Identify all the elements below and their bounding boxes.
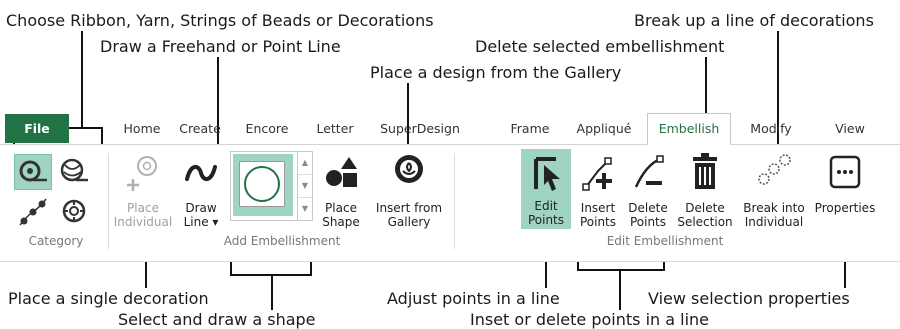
properties-ellipsis-icon xyxy=(829,155,861,189)
insert-from-gallery-label-2: Gallery xyxy=(387,215,431,229)
delete-points-button[interactable]: Delete Points xyxy=(625,151,671,229)
delete-selection-button[interactable]: Delete Selection xyxy=(675,151,735,229)
draw-line-label-2: Line ▾ xyxy=(183,215,219,229)
shape-gallery-selected[interactable] xyxy=(233,154,293,216)
insert-points-label-1: Insert xyxy=(580,201,616,215)
gallery-design-icon xyxy=(395,155,423,183)
insert-points-button[interactable]: Insert Points xyxy=(575,151,621,229)
expand-gallery-icon[interactable]: ▼ xyxy=(298,198,312,220)
delete-points-label-1: Delete xyxy=(628,201,668,215)
delete-points-icon xyxy=(634,155,664,188)
tab-embellish[interactable]: Embellish xyxy=(647,113,731,145)
tab-superdesign[interactable]: SuperDesign xyxy=(366,114,474,143)
tab-letter[interactable]: Letter xyxy=(302,114,368,143)
string-of-beads-icon xyxy=(19,198,47,226)
place-individual-label-1: Place xyxy=(127,201,159,215)
tab-frame[interactable]: Frame xyxy=(500,114,560,143)
place-individual-button[interactable]: Place Individual xyxy=(112,151,174,229)
yarn-ball-icon xyxy=(60,158,88,182)
place-shape-label-2: Shape xyxy=(322,215,360,229)
draw-line-label-1: Draw xyxy=(185,201,217,215)
tab-create[interactable]: Create xyxy=(170,114,230,143)
circle-shape-icon xyxy=(239,161,285,207)
properties-button[interactable]: Properties xyxy=(811,151,879,215)
scroll-up-arrow-icon[interactable]: ▲ xyxy=(298,152,312,175)
break-into-individual-label-1: Break into xyxy=(743,201,805,215)
break-into-individual-label-2: Individual xyxy=(744,215,804,229)
group-label-edit-embellishment: Edit Embellishment xyxy=(606,234,724,248)
decoration-flower-icon xyxy=(62,199,86,223)
tab-encore[interactable]: Encore xyxy=(234,114,300,143)
insert-points-label-2: Points xyxy=(579,215,617,229)
tab-home[interactable]: Home xyxy=(112,114,172,143)
scroll-down-arrow-icon[interactable]: ▼ xyxy=(298,175,312,198)
break-into-individual-button[interactable]: Break into Individual xyxy=(739,151,809,229)
tab-modify[interactable]: Modify xyxy=(738,114,804,143)
freehand-line-icon xyxy=(185,165,217,181)
delete-points-label-2: Points xyxy=(629,215,667,229)
yarn-category-button[interactable] xyxy=(56,155,90,189)
draw-line-button[interactable]: Draw Line ▾ xyxy=(178,151,224,229)
edit-points-label-2: Points xyxy=(527,213,565,227)
group-label-add-embellishment: Add Embellishment xyxy=(223,234,341,248)
break-decorations-icon xyxy=(758,154,791,185)
group-separator xyxy=(454,153,455,249)
tab-file[interactable]: File xyxy=(5,114,69,143)
beads-category-button[interactable] xyxy=(16,195,50,229)
edit-points-button[interactable]: Edit Points xyxy=(521,149,571,229)
properties-label: Properties xyxy=(814,201,876,215)
decorations-category-button[interactable] xyxy=(58,195,92,229)
ribbon-panel: Category Place Individual Draw Line ▾ ▲ … xyxy=(0,145,900,262)
place-individual-label-2: Individual xyxy=(113,215,173,229)
ribbon-spool-icon xyxy=(19,160,47,182)
tab-applique[interactable]: Appliqué xyxy=(568,114,640,143)
insert-points-icon xyxy=(582,157,612,191)
shape-gallery[interactable] xyxy=(230,151,298,221)
place-shape-button[interactable]: Place Shape xyxy=(318,151,364,229)
insert-from-gallery-label-1: Insert from xyxy=(375,201,443,215)
ribbon-tab-bar: File Home Create Encore Letter SuperDesi… xyxy=(0,113,900,145)
place-individual-icon xyxy=(127,156,157,191)
ribbon-category-button[interactable] xyxy=(14,154,52,190)
group-separator xyxy=(108,153,109,249)
tab-view[interactable]: View xyxy=(820,114,880,143)
delete-selection-label-2: Selection xyxy=(677,215,733,229)
edit-points-cursor-icon xyxy=(534,157,560,191)
insert-from-gallery-button[interactable]: Insert from Gallery xyxy=(368,151,450,229)
shape-gallery-scroll: ▲ ▼ ▼ xyxy=(298,151,313,221)
group-label-category: Category xyxy=(28,234,84,248)
trash-icon xyxy=(693,153,717,189)
place-shape-label-1: Place xyxy=(325,201,357,215)
shapes-icon xyxy=(326,157,357,187)
delete-selection-label-1: Delete xyxy=(685,201,725,215)
edit-points-label-1: Edit xyxy=(534,199,558,213)
